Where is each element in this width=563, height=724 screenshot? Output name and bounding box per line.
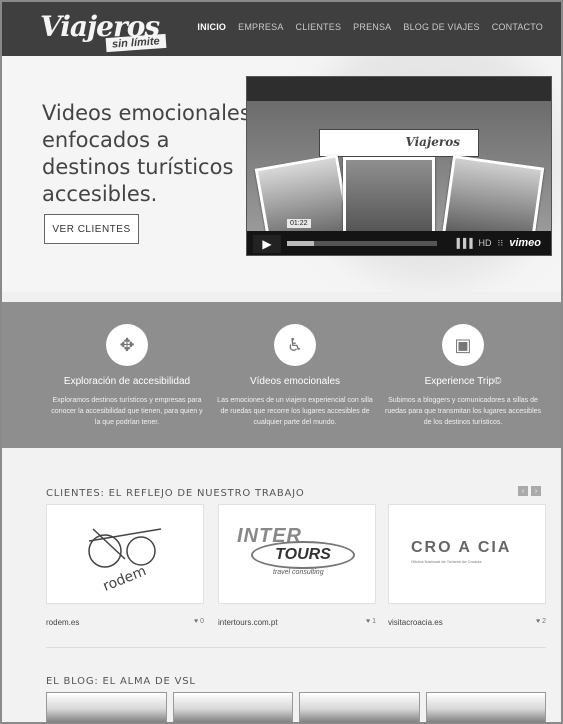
client-link[interactable]: visitacroacia.es xyxy=(388,618,443,627)
video-progress-fill xyxy=(287,241,314,246)
feature-title: Exploración de accesibilidad xyxy=(63,376,191,387)
feature-text: Subimos a bloggers y comunicadores a sil… xyxy=(384,397,542,426)
client-card-croacia[interactable]: CRO A CIA Oficina Nacional de Turismo de… xyxy=(388,504,546,604)
feature-title: Vídeos emocionales xyxy=(249,376,341,387)
blog-thumbnail[interactable] xyxy=(299,692,420,722)
video-frame[interactable]: Viajeros xyxy=(247,101,551,250)
client-link[interactable]: rodem.es xyxy=(46,618,79,627)
menu-item-prensa[interactable]: PRENSA xyxy=(353,22,391,32)
feature-title: Experience Trip© xyxy=(424,376,502,387)
menu-item-empresa[interactable]: EMPRESA xyxy=(238,22,283,32)
hd-toggle[interactable]: HD xyxy=(478,238,491,248)
feature-text: Las emociones de un viajero experiencial… xyxy=(217,397,373,426)
feature-experience-trip: ▣ Experience Trip© Subimos a bloggers y … xyxy=(378,324,548,428)
video-badge-text: Viajeros xyxy=(405,135,461,149)
chevron-left-icon[interactable]: ‹ xyxy=(518,486,528,496)
blog-thumbnails xyxy=(46,692,546,722)
video-player[interactable]: Viajeros ▶ 01:22 ▐▐▐ HD ⁝⁝ vimeo xyxy=(246,76,552,256)
video-controls: ▶ 01:22 ▐▐▐ HD ⁝⁝ vimeo xyxy=(247,219,551,255)
client-caption: rodem.es ♥ 0 xyxy=(46,618,204,627)
client-caption: visitacroacia.es ♥ 2 xyxy=(388,618,546,627)
croacia-logo: CRO A CIA Oficina Nacional de Turismo de… xyxy=(411,539,531,579)
main-menu: INICIO EMPRESA CLIENTES PRENSA BLOG DE V… xyxy=(197,22,543,32)
video-time: 01:22 xyxy=(287,219,311,228)
video-badge: Viajeros xyxy=(319,129,479,157)
menu-item-clientes[interactable]: CLIENTES xyxy=(296,22,342,32)
likes-value: 0 xyxy=(200,618,204,625)
likes-count[interactable]: ♥ 0 xyxy=(194,618,204,625)
rodem-logo: rodem xyxy=(88,528,162,591)
arrows-compress-icon: ✥ xyxy=(106,324,148,366)
video-progress-bar[interactable] xyxy=(287,241,437,246)
site-logo[interactable]: Viajeros sin límite xyxy=(40,8,180,53)
client-caption: intertours.com.pt ♥ 1 xyxy=(218,618,376,627)
video-top-bar xyxy=(247,77,551,101)
intertours-logo: INTER TOURS travel consulting xyxy=(237,525,357,585)
blog-thumbnail[interactable] xyxy=(46,692,167,722)
top-navigation: Viajeros sin límite INICIO EMPRESA CLIEN… xyxy=(2,2,561,56)
features-section: ✥ Exploración de accesibilidad Exploramo… xyxy=(2,302,561,448)
croacia-logo-word: CRO A CIA xyxy=(411,539,512,556)
volume-icon[interactable]: ▐▐▐ xyxy=(453,238,472,248)
video-control-icons: ▐▐▐ HD ⁝⁝ vimeo xyxy=(453,237,541,249)
video-camera-icon: ▣ xyxy=(442,324,484,366)
wheelchair-icon: ♿ xyxy=(274,324,316,366)
intertours-logo-mid: TOURS xyxy=(251,541,355,569)
vimeo-logo[interactable]: vimeo xyxy=(509,237,541,249)
logo-tagline: sin límite xyxy=(105,33,167,53)
menu-item-contacto[interactable]: CONTACTO xyxy=(492,22,543,32)
blog-thumbnail[interactable] xyxy=(172,692,293,722)
client-card-rodem[interactable]: rodem xyxy=(46,504,204,604)
likes-value: 1 xyxy=(372,618,376,625)
play-icon[interactable]: ▶ xyxy=(253,235,281,253)
menu-item-inicio[interactable]: INICIO xyxy=(197,22,226,32)
clients-title: CLIENTES: EL REFLEJO DE NUESTRO TRABAJO xyxy=(46,488,305,499)
blog-title: EL BLOG: EL ALMA DE VSL xyxy=(46,676,196,687)
client-link[interactable]: intertours.com.pt xyxy=(218,618,278,627)
page-frame: Viajeros sin límite INICIO EMPRESA CLIEN… xyxy=(0,0,563,724)
blog-thumbnail[interactable] xyxy=(425,692,546,722)
intertours-logo-sub: travel consulting xyxy=(273,569,324,576)
fullscreen-icon[interactable]: ⁝⁝ xyxy=(497,238,503,249)
hero-section: Videos emocionales enfocados a destinos … xyxy=(2,56,561,292)
likes-count[interactable]: ♥ 1 xyxy=(366,618,376,625)
feature-videos: ♿ Vídeos emocionales Las emociones de un… xyxy=(210,324,380,428)
croacia-logo-sub: Oficina Nacional de Turismo de Croacia xyxy=(411,559,482,564)
section-divider xyxy=(46,647,546,648)
hero-title: Videos emocionales enfocados a destinos … xyxy=(42,101,251,206)
likes-value: 2 xyxy=(542,618,546,625)
clients-section: CLIENTES: EL REFLEJO DE NUESTRO TRABAJO … xyxy=(2,448,561,722)
ver-clientes-button[interactable]: VER CLIENTES xyxy=(44,214,139,244)
carousel-arrows: ‹ › xyxy=(518,486,541,496)
client-card-intertours[interactable]: INTER TOURS travel consulting xyxy=(218,504,376,604)
likes-count[interactable]: ♥ 2 xyxy=(536,618,546,625)
menu-item-blog[interactable]: BLOG DE VIAJES xyxy=(403,22,479,32)
feature-text: Exploramos destinos turísticos y empresa… xyxy=(51,397,203,426)
chevron-right-icon[interactable]: › xyxy=(531,486,541,496)
feature-accesibilidad: ✥ Exploración de accesibilidad Exploramo… xyxy=(42,324,212,428)
